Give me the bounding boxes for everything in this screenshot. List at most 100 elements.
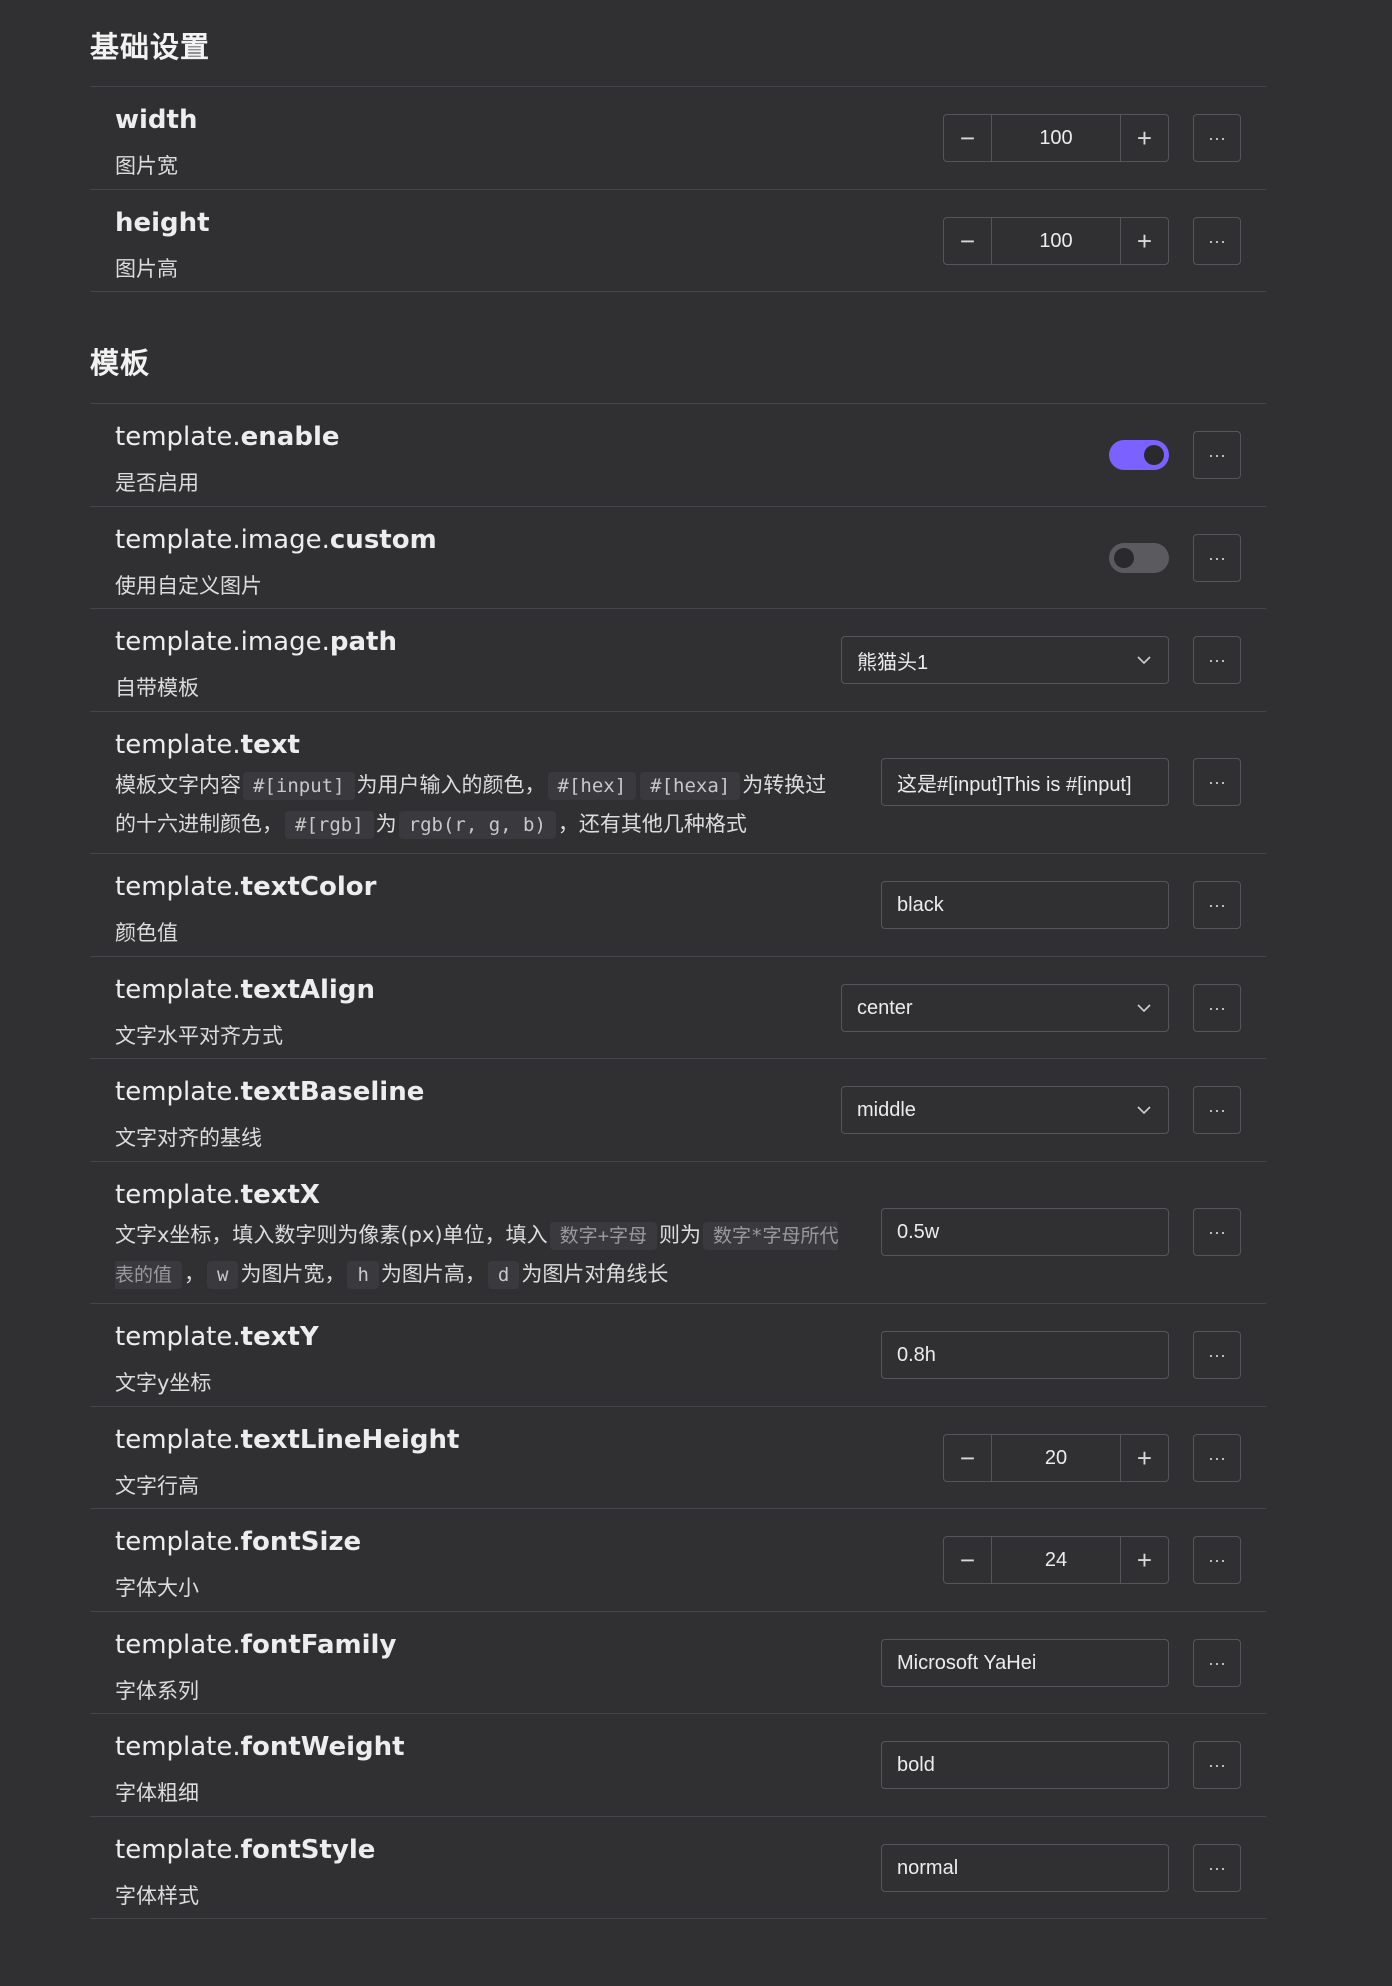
setting-row-template-textx: template.textX 文字x坐标，填入数字则为像素(px)单位，填入 数字… <box>90 1161 1266 1303</box>
setting-name: template.textBaseline <box>115 1077 425 1107</box>
setting-description: 自带模板 <box>115 676 199 700</box>
more-horizontal-icon[interactable]: ··· <box>1193 1536 1241 1584</box>
setting-name: template.image.custom <box>115 525 437 555</box>
minus-icon[interactable]: − <box>944 1435 992 1481</box>
chevron-down-icon <box>1137 656 1151 665</box>
text-x-input[interactable]: 0.5w <box>881 1208 1169 1256</box>
description-text: 则为 <box>659 1223 702 1247</box>
setting-row-template-image-path: template.image.path 自带模板 熊猫头1 ··· <box>90 608 1266 711</box>
setting-name: template.textAlign <box>115 975 375 1005</box>
height-value[interactable]: 100 <box>992 218 1120 264</box>
font-size-stepper: − 24 + <box>943 1536 1169 1584</box>
section-basic-rows: width 图片宽 − 100 + ··· height 图片高 − 100 +… <box>90 86 1266 292</box>
text-y-input[interactable]: 0.8h <box>881 1331 1169 1379</box>
setting-row-template-texty: template.textY 文字y坐标 0.8h ··· <box>90 1303 1266 1406</box>
image-path-select[interactable]: 熊猫头1 <box>841 636 1169 684</box>
more-horizontal-icon[interactable]: ··· <box>1193 1639 1241 1687</box>
inline-code: 数字+字母 <box>549 1222 658 1250</box>
setting-description: 图片宽 <box>115 154 178 178</box>
line-height-stepper: − 20 + <box>943 1434 1169 1482</box>
select-value: 熊猫头1 <box>857 651 929 674</box>
plus-icon[interactable]: + <box>1120 1537 1168 1583</box>
text-color-input[interactable]: black <box>881 881 1169 929</box>
width-stepper: − 100 + <box>943 114 1169 162</box>
setting-row-template-image-custom: template.image.custom 使用自定义图片 ··· <box>90 506 1266 608</box>
setting-description: 文字y坐标 <box>115 1371 212 1395</box>
minus-icon[interactable]: − <box>944 115 992 161</box>
text-baseline-select[interactable]: middle <box>841 1086 1169 1134</box>
more-horizontal-icon[interactable]: ··· <box>1193 114 1241 162</box>
setting-description: 图片高 <box>115 257 178 281</box>
setting-name: width <box>115 105 198 135</box>
font-size-value[interactable]: 24 <box>992 1537 1120 1583</box>
font-family-input[interactable]: Microsoft YaHei <box>881 1639 1169 1687</box>
setting-row-template-textcolor: template.textColor 颜色值 black ··· <box>90 853 1266 956</box>
height-stepper: − 100 + <box>943 217 1169 265</box>
section-title-basic: 基础设置 <box>90 30 211 64</box>
more-horizontal-icon[interactable]: ··· <box>1193 1086 1241 1134</box>
description-text: 为图片高， <box>380 1262 486 1286</box>
setting-name: template.image.path <box>115 627 397 657</box>
more-horizontal-icon[interactable]: ··· <box>1193 1331 1241 1379</box>
description-text: 为 <box>375 812 397 836</box>
description-text: 模板文字内容 <box>115 773 241 797</box>
inline-code: #[input] <box>243 772 355 800</box>
plus-icon[interactable]: + <box>1120 1435 1168 1481</box>
more-horizontal-icon[interactable]: ··· <box>1193 1208 1241 1256</box>
inline-code: h <box>347 1261 379 1289</box>
setting-description: 字体粗细 <box>115 1781 199 1805</box>
setting-name: template.text <box>115 730 300 760</box>
minus-icon[interactable]: − <box>944 218 992 264</box>
font-style-input[interactable]: normal <box>881 1844 1169 1892</box>
setting-name: template.fontFamily <box>115 1630 397 1660</box>
more-horizontal-icon[interactable]: ··· <box>1193 534 1241 582</box>
width-value[interactable]: 100 <box>992 115 1120 161</box>
inline-code: #[hex] <box>547 772 637 800</box>
setting-row-template-fontsize: template.fontSize 字体大小 − 24 + ··· <box>90 1508 1266 1611</box>
more-horizontal-icon[interactable]: ··· <box>1193 984 1241 1032</box>
setting-row-template-fontweight: template.fontWeight 字体粗细 bold ··· <box>90 1713 1266 1816</box>
more-horizontal-icon[interactable]: ··· <box>1193 217 1241 265</box>
more-horizontal-icon[interactable]: ··· <box>1193 1434 1241 1482</box>
chevron-down-icon <box>1137 1004 1151 1013</box>
setting-description: 颜色值 <box>115 921 178 945</box>
inline-code: d <box>487 1261 520 1289</box>
more-horizontal-icon[interactable]: ··· <box>1193 1741 1241 1789</box>
font-weight-input[interactable]: bold <box>881 1741 1169 1789</box>
description-text: 为图片对角线长 <box>521 1262 669 1286</box>
setting-name: template.fontStyle <box>115 1835 376 1865</box>
setting-description: 是否启用 <box>115 471 199 495</box>
more-horizontal-icon[interactable]: ··· <box>1193 881 1241 929</box>
more-horizontal-icon[interactable]: ··· <box>1193 1844 1241 1892</box>
setting-row-height: height 图片高 − 100 + ··· <box>90 189 1266 292</box>
setting-row-template-textlineheight: template.textLineHeight 文字行高 − 20 + ··· <box>90 1406 1266 1508</box>
more-horizontal-icon[interactable]: ··· <box>1193 431 1241 479</box>
minus-icon[interactable]: − <box>944 1537 992 1583</box>
inline-code: #[rgb] <box>285 811 374 839</box>
setting-name: template.textX <box>115 1180 320 1210</box>
enable-toggle[interactable] <box>1109 440 1169 470</box>
more-horizontal-icon[interactable]: ··· <box>1193 636 1241 684</box>
text-input[interactable]: 这是#[input]This is #[input] <box>881 758 1169 806</box>
custom-image-toggle[interactable] <box>1109 543 1169 573</box>
description-text: ，还有其他几种格式 <box>557 812 747 836</box>
plus-icon[interactable]: + <box>1120 218 1168 264</box>
setting-name: height <box>115 208 210 238</box>
section-template-rows: template.enable 是否启用 ··· template.image.… <box>90 403 1266 1919</box>
chevron-down-icon <box>1137 1106 1151 1115</box>
section-title-template: 模板 <box>90 346 151 380</box>
setting-row-template-textalign: template.textAlign 文字水平对齐方式 center ··· <box>90 956 1266 1058</box>
setting-row-template-text: template.text 模板文字内容 #[input] 为用户输入的颜色， #[h… <box>90 711 1266 853</box>
line-height-value[interactable]: 20 <box>992 1435 1120 1481</box>
setting-row-template-enable: template.enable 是否启用 ··· <box>90 403 1266 506</box>
settings-page: 基础设置 width 图片宽 − 100 + ··· height 图片高 − … <box>0 0 1392 1986</box>
plus-icon[interactable]: + <box>1120 115 1168 161</box>
setting-description: 模板文字内容 #[input] 为用户输入的颜色， #[hex] #[hexa] 为转换过… <box>115 766 845 844</box>
more-horizontal-icon[interactable]: ··· <box>1193 758 1241 806</box>
text-align-select[interactable]: center <box>841 984 1169 1032</box>
select-value: middle <box>857 1098 916 1121</box>
toggle-knob <box>1114 548 1134 568</box>
setting-name: template.textY <box>115 1322 319 1352</box>
setting-name: template.enable <box>115 422 340 452</box>
inline-code: rgb(r, g, b) <box>398 811 556 839</box>
